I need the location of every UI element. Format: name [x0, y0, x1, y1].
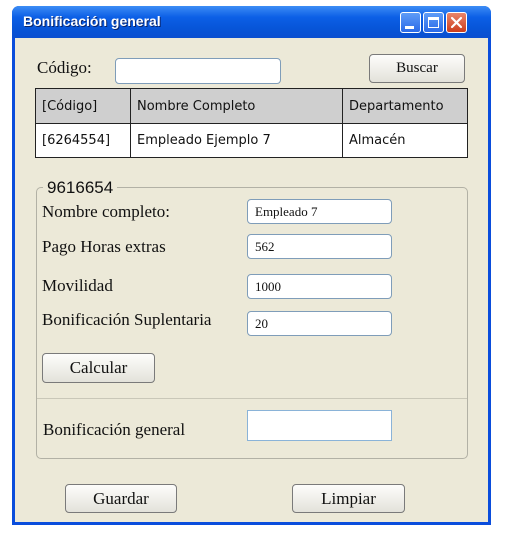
table-header-department[interactable]: Departamento [343, 89, 467, 124]
results-table: [Código] Nombre Completo Departamento [6… [35, 88, 468, 158]
minimize-icon [405, 26, 414, 29]
maximize-button[interactable] [423, 12, 444, 33]
close-button[interactable] [446, 12, 467, 33]
table-header-code[interactable]: [Código] [36, 89, 131, 124]
group-separator [37, 398, 467, 399]
calcular-button[interactable]: Calcular [42, 353, 155, 383]
table-cell-department[interactable]: Almacén [343, 124, 467, 157]
table-header-name[interactable]: Nombre Completo [131, 89, 343, 124]
limpiar-button[interactable]: Limpiar [292, 484, 405, 513]
guardar-button[interactable]: Guardar [65, 484, 177, 513]
bonificacion-general-input[interactable] [247, 410, 392, 441]
nombre-completo-label: Nombre completo: [42, 202, 170, 221]
bonificacion-suplentaria-input[interactable]: 20 [247, 311, 392, 336]
search-button[interactable]: Buscar [369, 54, 465, 83]
codigo-label: Código: [37, 58, 92, 77]
title-bar[interactable]: Bonificación general [12, 6, 491, 38]
bonificacion-suplentaria-label: Bonificación Suplentaria [42, 310, 212, 329]
pago-horas-extras-input[interactable]: 562 [247, 234, 392, 259]
movilidad-label: Movilidad [42, 276, 113, 295]
minimize-button[interactable] [400, 12, 421, 33]
group-title: 9616654 [43, 178, 118, 198]
window-title: Bonificación general [23, 13, 161, 29]
codigo-input[interactable] [115, 58, 281, 84]
table-cell-name[interactable]: Empleado Ejemplo 7 [131, 124, 343, 157]
movilidad-input[interactable]: 1000 [247, 274, 392, 299]
client-area: Código: Buscar [Código] Nombre Completo … [15, 38, 488, 522]
maximize-icon [428, 17, 439, 28]
bonificacion-general-label: Bonificación general [43, 420, 186, 439]
pago-horas-extras-label: Pago Horas extras [42, 237, 166, 256]
table-cell-code[interactable]: [6264554] [36, 124, 131, 157]
nombre-completo-input[interactable]: Empleado 7 [247, 199, 392, 224]
app-window: Bonificación general Código: Buscar [Cód… [12, 6, 491, 525]
close-icon [450, 16, 463, 29]
